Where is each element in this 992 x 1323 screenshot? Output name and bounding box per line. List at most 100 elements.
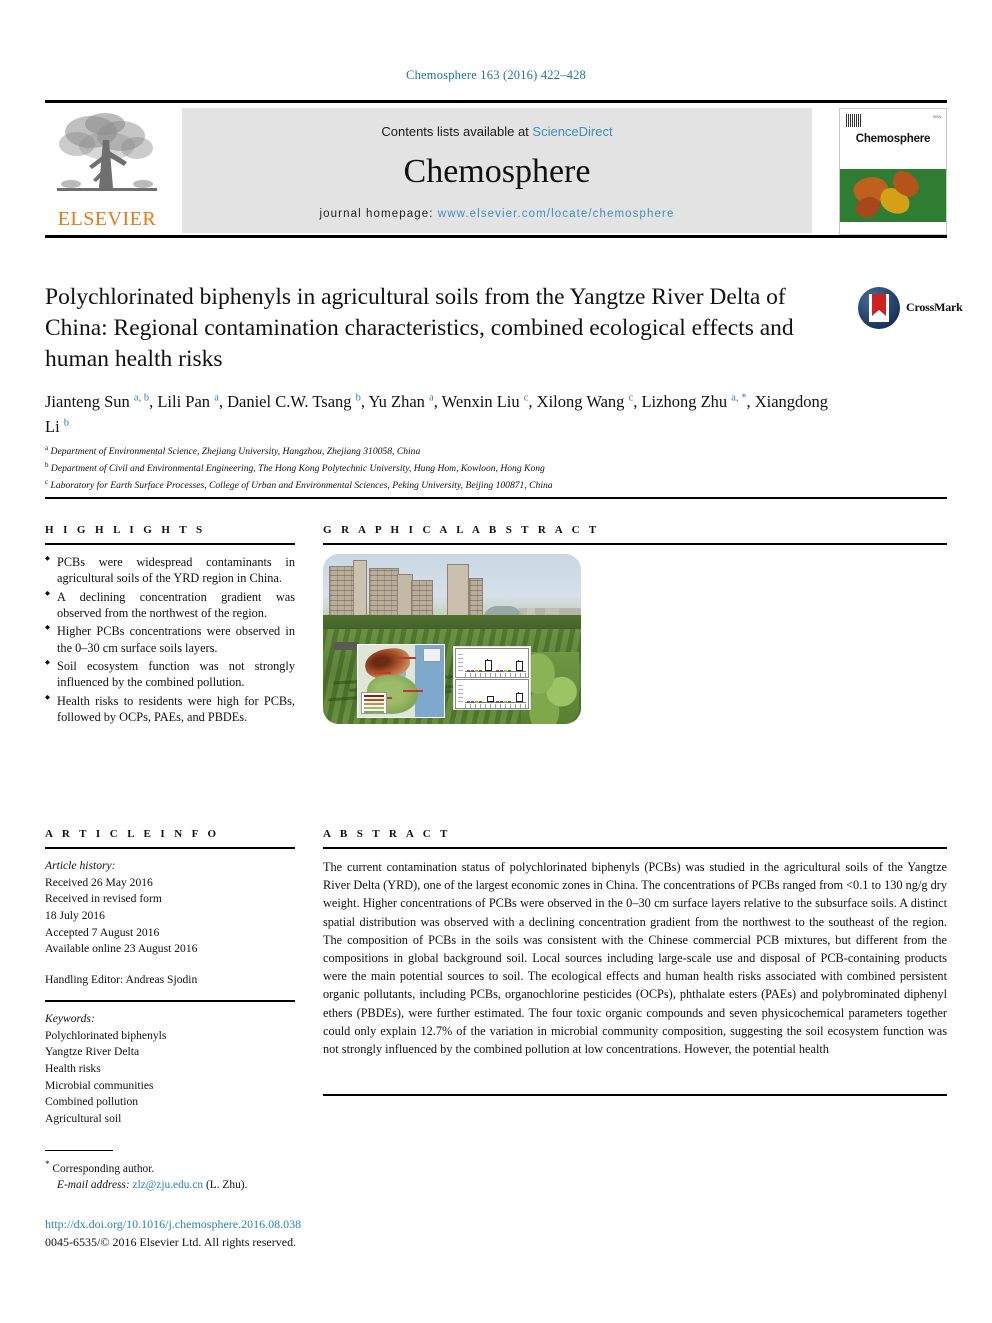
keyword-item: Health risks [45, 1061, 101, 1075]
list-item: Soil ecosystem function was not strongly… [45, 658, 295, 691]
section-divider-rule [45, 497, 947, 499]
contents-available-line: Contents lists available at ScienceDirec… [182, 124, 812, 139]
affiliation-list: a Department of Environmental Science, Z… [45, 443, 835, 494]
author-list: Jianteng Sun a, b, Lili Pan a, Daniel C.… [45, 392, 829, 436]
author-entry[interactable]: Daniel C.W. Tsang b [227, 392, 361, 411]
journal-masthead: ELSEVIER Contents lists available at Sci… [45, 100, 947, 240]
list-item: A declining concentration gradient was o… [45, 589, 295, 622]
graphical-abstract-section: G R A P H I C A L A B S T R A C T [323, 524, 947, 724]
abstract-heading: A B S T R A C T [323, 828, 451, 840]
cover-barcode-icon [846, 114, 862, 127]
email-address-link[interactable]: zlz@zju.edu.cn [133, 1179, 204, 1191]
article-history-item: 18 July 2016 [45, 909, 105, 923]
article-info-divider-rule [45, 999, 295, 1002]
author-entry[interactable]: Lizhong Zhu a, * [641, 392, 746, 411]
highlights-heading: H I G H L I G H T S [45, 524, 206, 536]
figure-building [329, 566, 355, 622]
footnote-rule [45, 1150, 113, 1151]
email-author-suffix: (L. Zhu). [205, 1179, 248, 1192]
keywords-label: Keywords: [45, 1011, 95, 1025]
graphical-abstract-heading-rule [323, 543, 947, 545]
author-entry[interactable]: Lili Pan a [157, 392, 219, 411]
article-info-section: A R T I C L E I N F O Article history: R… [45, 828, 295, 1128]
keyword-item: Microbial communities [45, 1078, 154, 1092]
homepage-label: journal homepage: [319, 208, 438, 220]
cover-journal-title: Chemosphere [855, 133, 931, 145]
inset-boxplot-panel [453, 646, 531, 710]
article-info-heading-rule [45, 847, 295, 849]
crossmark-label: CrossMark [906, 300, 963, 314]
title-block: Polychlorinated biphenyls in agricultura… [45, 282, 805, 375]
list-item: Health risks to residents were high for … [45, 693, 295, 726]
handling-editor: Handling Editor: Andreas Sjodin [45, 973, 198, 987]
affiliation-item: a Department of Environmental Science, Z… [45, 444, 421, 458]
affiliation-text: Department of Civil and Environmental En… [50, 463, 545, 475]
journal-article-first-page: Chemosphere 163 (2016) 422–428 ELSEVIER … [0, 0, 992, 1323]
abstract-heading-rule [323, 847, 947, 849]
copyright-line: 0045-6535/© 2016 Elsevier Ltd. All right… [45, 1235, 297, 1249]
masthead-center-panel: Contents lists available at ScienceDirec… [182, 108, 812, 233]
elsevier-wordmark: ELSEVIER [57, 208, 157, 230]
email-address-label: E-mail address: [57, 1179, 130, 1192]
article-info-heading: A R T I C L E I N F O [45, 828, 220, 840]
graphical-abstract-figure [323, 554, 581, 724]
journal-name: Chemosphere [403, 153, 591, 190]
figure-building [447, 564, 469, 622]
homepage-url[interactable]: www.elsevier.com/locate/chemosphere [438, 208, 675, 220]
author-entry[interactable]: Yu Zhan a [369, 392, 434, 411]
keyword-item: Agricultural soil [45, 1111, 122, 1125]
article-history-item: Received in revised form [45, 892, 162, 906]
map-locator-inset [423, 648, 441, 662]
author-entry[interactable]: Jianteng Sun a, b [45, 392, 149, 411]
masthead-bottom-rule [45, 235, 947, 238]
keywords-block: Keywords: Polychlorinated biphenyls Yang… [45, 1011, 295, 1128]
corresponding-star: * [45, 1159, 50, 1169]
crossmark-circle-icon [858, 287, 900, 329]
cover-artwork [840, 169, 946, 222]
doi-link[interactable]: http://dx.doi.org/10.1016/j.chemosphere.… [45, 1215, 565, 1233]
cover-issn-text: ISSN [932, 115, 941, 119]
affiliation-text: Laboratory for Earth Surface Processes, … [50, 480, 553, 492]
doi-copyright-block: http://dx.doi.org/10.1016/j.chemosphere.… [45, 1215, 565, 1251]
graphical-abstract-heading: G R A P H I C A L A B S T R A C T [323, 524, 600, 536]
keyword-item: Polychlorinated biphenyls [45, 1028, 167, 1042]
article-title: Polychlorinated biphenyls in agricultura… [45, 284, 794, 373]
abstract-bottom-rule [323, 1094, 947, 1096]
sciencedirect-link[interactable]: ScienceDirect [532, 124, 612, 139]
cover-bottom-band [840, 221, 946, 234]
contents-prefix: Contents lists available at [381, 124, 533, 139]
corresponding-label: Corresponding author. [52, 1162, 155, 1175]
figure-building [369, 568, 399, 622]
highlights-section: H I G H L I G H T S PCBs were widespread… [45, 524, 295, 727]
article-history-item: Received 26 May 2016 [45, 875, 153, 889]
keyword-item: Yangtze River Delta [45, 1045, 140, 1059]
footnote-block: * Corresponding author. E-mail address: … [45, 1150, 465, 1194]
running-head: Chemosphere 163 (2016) 422–428 [406, 68, 586, 82]
boxplot-richness [455, 648, 529, 678]
list-item: Higher PCBs concentrations were observed… [45, 623, 295, 656]
journal-homepage-line: journal homepage: www.elsevier.com/locat… [182, 208, 812, 220]
affiliation-item: c Laboratory for Earth Surface Processes… [45, 478, 553, 492]
article-history-block: Article history: Received 26 May 2016 Re… [45, 858, 295, 989]
highlights-heading-rule [45, 543, 295, 545]
journal-cover-thumbnail: ISSN Chemosphere [839, 108, 947, 235]
list-item: PCBs were widespread contaminants in agr… [45, 554, 295, 587]
inset-distribution-map [357, 644, 445, 718]
keyword-item: Combined pollution [45, 1095, 139, 1109]
elsevier-logo: ELSEVIER [45, 108, 169, 233]
article-history-label: Article history: [45, 859, 116, 872]
author-entry[interactable]: Wenxin Liu c [442, 392, 529, 411]
map-legend [361, 692, 387, 714]
crossmark-badge[interactable]: CrossMark [858, 287, 963, 333]
affiliation-text: Department of Environmental Science, Zhe… [50, 446, 421, 458]
article-history-item: Accepted 7 August 2016 [45, 925, 160, 939]
abstract-section: A B S T R A C T The current contaminatio… [323, 828, 947, 1058]
author-entry[interactable]: Xilong Wang c [537, 392, 634, 411]
elsevier-tree-icon [57, 113, 157, 191]
highlights-list: PCBs were widespread contaminants in agr… [45, 554, 295, 725]
masthead-top-rule [45, 100, 947, 103]
figure-building [353, 560, 367, 622]
corresponding-author-note: * Corresponding author. E-mail address: … [45, 1158, 465, 1194]
abstract-text: The current contamination status of poly… [323, 860, 947, 1056]
affiliation-item: b Department of Civil and Environmental … [45, 461, 545, 475]
